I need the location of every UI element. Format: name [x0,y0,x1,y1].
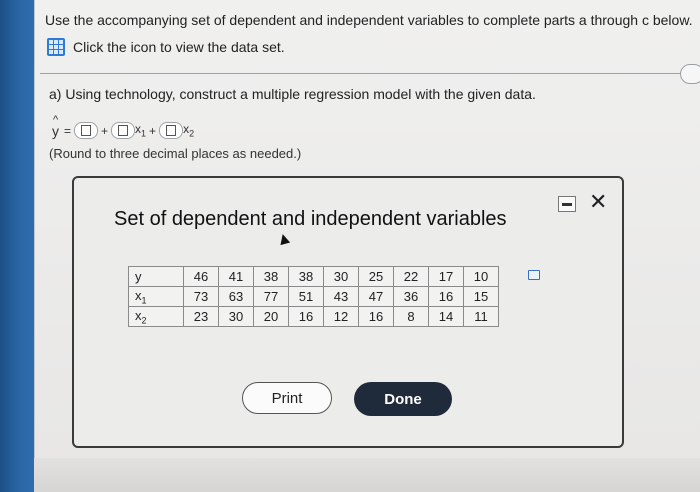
table-cell: 41 [218,266,254,287]
data-set-link[interactable]: Click the icon to view the data set. [47,38,285,56]
mouse-cursor-icon [277,232,291,246]
data-set-link-label: Click the icon to view the data set. [73,39,285,55]
table-cell: 43 [323,286,359,307]
table-cell: 10 [463,266,499,287]
table-cell: 73 [183,286,219,307]
expand-handle[interactable] [680,64,700,84]
print-button[interactable]: Print [242,382,332,414]
copy-icon[interactable] [528,270,540,280]
x2-coefficient-input[interactable] [159,122,184,139]
section-divider [40,73,685,74]
table-cell: 16 [428,286,464,307]
plus-sign: + [101,123,109,138]
table-cell: 36 [393,286,429,307]
table-cell: 16 [358,306,394,327]
table-row: y 46 41 38 38 30 25 22 17 10 [128,266,499,287]
plus-sign: + [149,123,157,138]
table-cell: 25 [358,266,394,287]
dialog-title: Set of dependent and independent variabl… [114,208,507,230]
done-button[interactable]: Done [354,382,452,416]
x2-variable: x2 [183,122,195,139]
table-cell: 30 [218,306,254,327]
data-table: y 46 41 38 38 30 25 22 17 10 x1 73 63 77 51 43 47 36 16 15 x… [128,266,499,327]
table-row: x2 23 30 20 16 12 16 8 14 11 [128,306,499,327]
row-label: x1 [128,286,184,307]
table-cell: 8 [393,306,429,327]
table-cell: 38 [288,266,324,287]
minimize-icon[interactable] [558,196,576,212]
page-bottom [34,458,700,492]
equals-sign: = [64,123,72,138]
rounding-note: (Round to three decimal places as needed… [49,146,302,161]
table-cell: 17 [428,266,464,287]
table-cell: 14 [428,306,464,327]
data-set-dialog: Set of dependent and independent variabl… [72,176,624,448]
grid-table-icon[interactable] [47,38,65,56]
table-cell: 51 [288,286,324,307]
x1-coefficient-input[interactable] [111,122,136,139]
intercept-input[interactable] [74,122,99,139]
table-cell: 38 [253,266,289,287]
regression-equation: y = + x1 + x2 [52,114,195,139]
table-cell: 22 [393,266,429,287]
table-cell: 63 [218,286,254,307]
table-cell: 30 [323,266,359,287]
table-cell: 77 [253,286,289,307]
table-cell: 23 [183,306,219,327]
x1-variable: x1 [135,122,147,139]
table-cell: 15 [463,286,499,307]
table-cell: 12 [323,306,359,327]
table-cell: 46 [183,266,219,287]
table-cell: 47 [358,286,394,307]
row-label: x2 [128,306,184,327]
table-cell: 11 [463,306,499,327]
close-icon[interactable]: ✕ [589,189,607,215]
table-row: x1 73 63 77 51 43 47 36 16 15 [128,286,499,307]
question-prompt: Use the accompanying set of dependent an… [45,12,693,28]
row-label: y [128,266,184,287]
table-cell: 20 [253,306,289,327]
table-cell: 16 [288,306,324,327]
part-a-prompt: a) Using technology, construct a multipl… [49,86,536,102]
y-hat-symbol: y [52,114,59,139]
